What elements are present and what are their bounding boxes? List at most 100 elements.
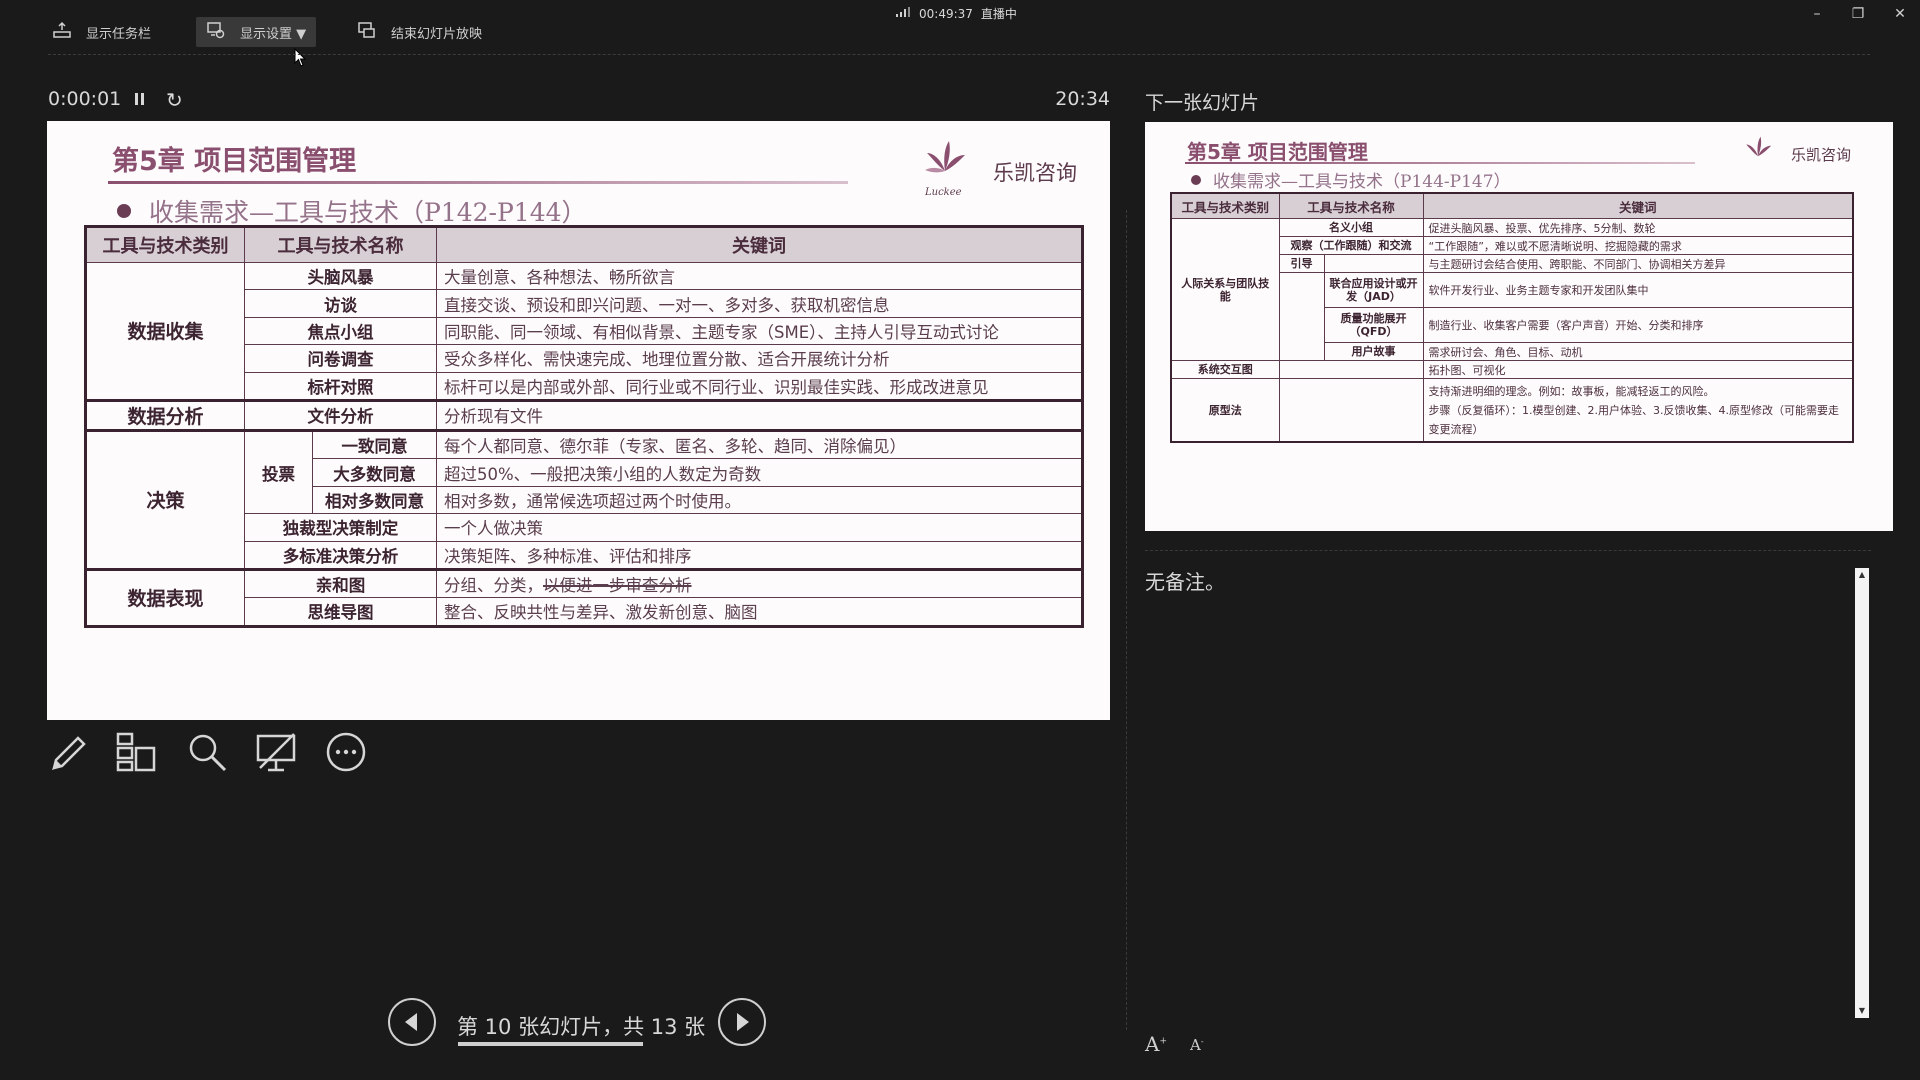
scroll-down-icon[interactable]: ▼	[1855, 1004, 1869, 1018]
current-time: 20:34	[1055, 88, 1110, 110]
triangle-left-icon	[405, 1013, 417, 1031]
table-row: 数据分析 文件分析 分析现有文件	[85, 399, 1083, 431]
tool-keyword: 支持渐进明细的理念。例如：故事板，能减轻返工的风险。 步骤（反复循环）：1.模型…	[1422, 378, 1854, 443]
panel-divider[interactable]	[1126, 210, 1127, 1030]
increase-font-icon: A	[1145, 1032, 1160, 1056]
group-prototype: 原型法	[1170, 378, 1280, 443]
tool-keyword: 促进头脑风暴、投票、优先排序、5分制、数轮	[1422, 218, 1854, 237]
keyword-text: 分组、分类，	[444, 576, 543, 596]
tool-name: 大多数同意	[312, 458, 437, 487]
group-interpersonal: 人际关系与团队技能	[1170, 218, 1280, 361]
live-clock: 00:49:37	[919, 6, 973, 21]
previous-slide-button[interactable]	[388, 998, 436, 1046]
pen-tool-button[interactable]	[46, 730, 94, 778]
close-button[interactable]: ✕	[1885, 4, 1915, 24]
notes-divider[interactable]	[1145, 550, 1871, 551]
table-row: 数据收集 头脑风暴 大量创意、各种想法、畅所欲言	[85, 261, 1083, 401]
tool-keyword: 大量创意、各种想法、畅所欲言	[436, 261, 1083, 291]
next-slide-preview[interactable]: 第5章 项目范围管理 收集需求—工具与技术（P144-P147） 乐凯咨询 工具…	[1145, 122, 1893, 531]
pause-icon[interactable]	[134, 90, 146, 112]
mouse-cursor	[294, 47, 308, 72]
next-tools-table: 工具与技术类别 工具与技术名称 关键词 人际关系与团队技能 名义小组 促进头脑风…	[1170, 192, 1855, 443]
guide-spacer	[1278, 272, 1325, 361]
tool-keyword: 拓扑图、可视化	[1422, 360, 1854, 379]
decrease-font-button[interactable]: A-	[1190, 1036, 1204, 1054]
notes-scrollbar[interactable]: ▲ ▼	[1855, 568, 1869, 1018]
tool-name: 访谈	[244, 289, 437, 318]
tool-name	[1278, 378, 1424, 443]
presenter-toolbar: 显示任务栏 显示设置 ▼ 结束幻灯片放映 00:49:37 直播中 – ❐ ✕	[0, 0, 1920, 67]
tool-keyword: 受众多样化、需快速完成、地理位置分散、适合开展统计分析	[436, 344, 1083, 373]
display-settings-button[interactable]: 显示设置 ▼	[196, 17, 317, 47]
header-keyword: 关键词	[436, 226, 1083, 263]
next-title-underline	[1185, 162, 1695, 164]
header-category: 工具与技术类别	[85, 226, 245, 263]
show-taskbar-button[interactable]: 显示任务栏	[52, 17, 151, 47]
tool-name: 文件分析	[244, 399, 437, 431]
title-underline	[108, 181, 848, 184]
next-slide-label: 下一张幻灯片	[1145, 92, 1260, 114]
display-settings-icon	[206, 20, 226, 44]
live-status-text: 直播中	[980, 7, 1017, 21]
tool-name	[1323, 254, 1424, 273]
tool-name: 用户故事	[1323, 342, 1424, 361]
struck-keyword-text: 以便进一步审查分析	[543, 576, 692, 596]
tool-name	[1278, 360, 1424, 379]
tool-name: 联合应用设计或开发（JAD）	[1323, 272, 1424, 308]
bullet-icon	[117, 204, 131, 218]
tool-name: 名义小组	[1278, 218, 1424, 237]
table-header-row: 工具与技术类别 工具与技术名称 关键词	[1170, 192, 1854, 219]
tool-name: 独裁型决策制定	[244, 513, 437, 542]
luckee-logo-icon	[925, 141, 965, 173]
tool-keyword: 决策矩阵、多种标准、评估和排序	[436, 540, 1083, 570]
tool-name: 质量功能展开（QFD）	[1323, 307, 1424, 343]
table-row: 原型法 支持渐进明细的理念。例如：故事板，能减轻返工的风险。 步骤（反复循环）：…	[1170, 378, 1854, 443]
more-options-button[interactable]	[324, 730, 372, 778]
tool-keyword: 每个人都同意、德尔菲（专家、匿名、多轮、趋同、消除偏见）	[436, 429, 1083, 460]
end-slideshow-button[interactable]: 结束幻灯片放映	[357, 17, 482, 47]
triangle-right-icon	[737, 1013, 749, 1031]
header-name: 工具与技术名称	[244, 226, 437, 263]
magnifier-icon	[189, 734, 227, 772]
header-name: 工具与技术名称	[1278, 192, 1424, 219]
tool-keyword: “工作跟随”，难以或不愿清晰说明、挖掘隐藏的需求	[1422, 236, 1854, 255]
tool-name: 焦点小组	[244, 316, 437, 346]
speaker-notes[interactable]: 无备注。	[1145, 566, 1225, 595]
scroll-up-icon[interactable]: ▲	[1855, 568, 1869, 582]
show-taskbar-label: 显示任务栏	[86, 26, 152, 42]
header-keyword: 关键词	[1422, 192, 1854, 219]
logo-text: 乐凯咨询	[993, 161, 1077, 185]
more-icon	[326, 732, 366, 772]
reset-timer-icon[interactable]: ↻	[166, 88, 183, 112]
increase-font-button[interactable]: A+	[1145, 1032, 1167, 1056]
next-subtitle-row: 收集需求—工具与技术（P144-P147）	[1191, 167, 1511, 192]
tool-name: 一致同意	[312, 429, 437, 460]
group-system: 系统交互图	[1170, 360, 1280, 379]
next-slide-button[interactable]	[718, 998, 766, 1046]
tool-name: 标杆对照	[244, 371, 437, 401]
zoom-button[interactable]	[185, 730, 233, 778]
screen-toggle-icon	[256, 733, 296, 772]
sub-guide: 引导	[1278, 254, 1325, 273]
minimize-button[interactable]: –	[1802, 4, 1832, 24]
slide-counter[interactable]: 第 10 张幻灯片，共 13 张	[457, 1011, 705, 1041]
see-all-slides-button[interactable]	[114, 730, 162, 778]
end-slideshow-label: 结束幻灯片放映	[391, 26, 483, 42]
table-row: 系统交互图 拓扑图、可视化	[1170, 360, 1854, 379]
slide-progress-bar	[458, 1042, 643, 1046]
next-luckee-logo	[1741, 134, 1775, 172]
tool-keyword: 一个人做决策	[436, 513, 1083, 542]
signal-icon	[895, 6, 911, 21]
black-screen-button[interactable]	[254, 730, 302, 778]
tool-keyword: 超过50%、一般把决策小组的人数定为奇数	[436, 458, 1083, 487]
tool-keyword: 相对多数，通常候选项超过两个时使用。	[436, 485, 1083, 515]
header-category: 工具与技术类别	[1170, 192, 1280, 219]
luckee-logo: Luckee	[919, 137, 971, 198]
table-header-row: 工具与技术类别 工具与技术名称 关键词	[85, 226, 1083, 263]
group-decision: 决策	[85, 429, 245, 570]
restore-button[interactable]: ❐	[1843, 4, 1873, 24]
tool-keyword: 直接交谈、预设和即兴问题、一对一、多对多、获取机密信息	[436, 289, 1083, 318]
group-data-representation: 数据表现	[85, 568, 245, 627]
scroll-track[interactable]	[1855, 582, 1869, 1004]
group-data-analysis: 数据分析	[85, 399, 245, 431]
